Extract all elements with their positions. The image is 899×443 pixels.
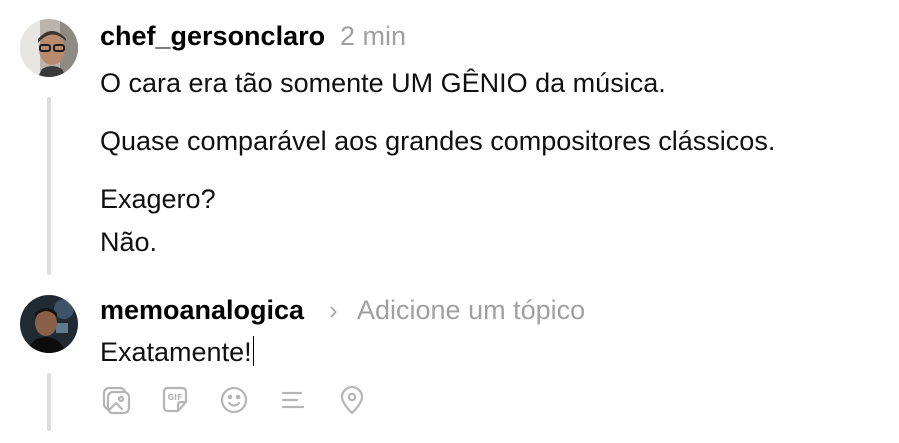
emoji-icon[interactable]	[218, 384, 250, 416]
chevron-right-icon: ›	[329, 295, 338, 325]
image-icon[interactable]	[100, 384, 132, 416]
reply-username: memoanalogica	[100, 295, 305, 325]
avatar[interactable]	[20, 19, 78, 77]
post-paragraph-4: Não.	[100, 227, 158, 257]
post-paragraph-1: O cara era tão somente UM GÊNIO da músic…	[100, 68, 666, 98]
location-icon[interactable]	[336, 384, 368, 416]
svg-text:GIF: GIF	[167, 393, 182, 402]
post-username[interactable]: chef_gersonclaro	[100, 20, 325, 52]
user-photo-icon	[20, 295, 78, 353]
thread-line	[47, 97, 51, 275]
composer-toolbar: GIF	[100, 384, 395, 416]
post-paragraph-3: Exagero?	[100, 184, 216, 214]
poll-icon[interactable]	[277, 384, 309, 416]
text-caret	[252, 336, 254, 366]
reply-avatar[interactable]	[20, 295, 78, 353]
reply-text-input[interactable]: Exatamente!	[100, 336, 254, 368]
gif-icon[interactable]: GIF	[159, 384, 191, 416]
thread-line	[47, 373, 51, 431]
user-photo-icon	[20, 19, 78, 77]
topic-input[interactable]: Adicione um tópico	[357, 294, 585, 326]
post-timestamp[interactable]: 2 min	[340, 20, 406, 52]
reply-text: Exatamente!	[100, 337, 252, 367]
post-paragraph-2: Quase comparável aos grandes compositore…	[100, 126, 776, 156]
